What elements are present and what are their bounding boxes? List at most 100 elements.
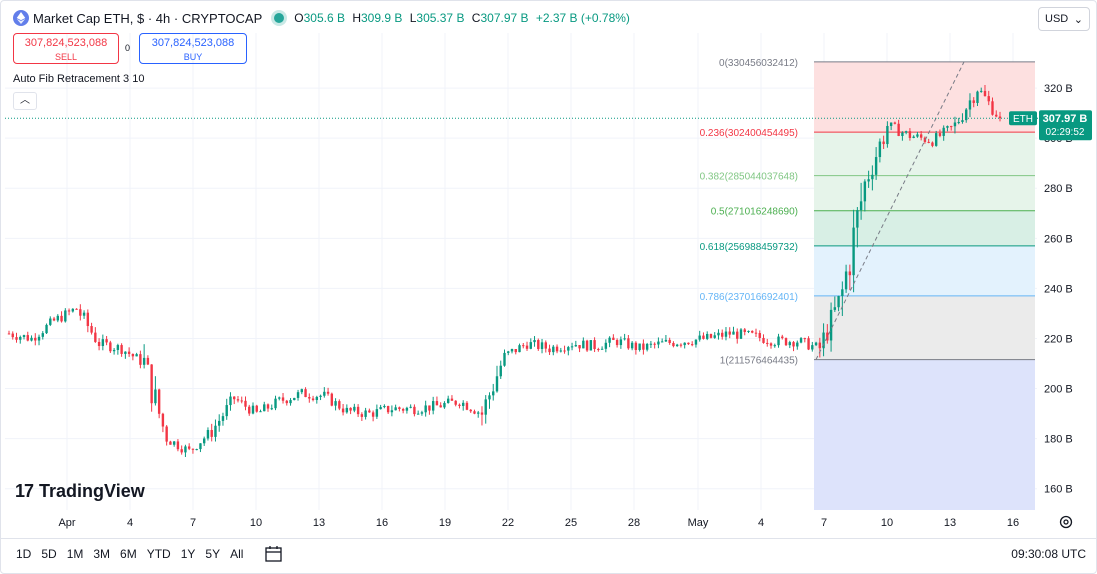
candle-body <box>717 332 720 336</box>
tradingview-mark-icon: 17 <box>15 481 34 501</box>
candle-body <box>608 337 611 343</box>
tradingview-logo[interactable]: 17 TradingView <box>15 481 145 502</box>
candle-body <box>946 126 949 128</box>
candle-body <box>803 338 807 340</box>
candle-body <box>244 400 247 407</box>
candle-body <box>582 340 585 349</box>
y-axis-tick-label: 280 B <box>1044 183 1073 195</box>
candle-body <box>597 349 600 351</box>
x-axis-tick-label: 16 <box>376 517 388 529</box>
candle-body <box>638 343 641 351</box>
utc-clock[interactable]: 09:30:08 UTC <box>1011 547 1086 561</box>
candle-body <box>319 395 322 397</box>
candle-body <box>465 402 469 410</box>
candle-body <box>912 136 915 138</box>
candle-body <box>514 349 517 353</box>
gear-icon[interactable] <box>1058 514 1074 530</box>
candle-body <box>285 400 288 404</box>
candle-body <box>728 331 731 335</box>
x-axis-tick-label: 10 <box>881 517 893 529</box>
candle-body <box>841 289 844 297</box>
candle-body <box>184 446 187 453</box>
candle-body <box>368 410 371 413</box>
candle-body <box>871 174 874 180</box>
price-tag-countdown: 02:29:52 <box>1046 127 1085 138</box>
candle-body <box>882 141 885 145</box>
range-1m[interactable]: 1M <box>62 547 89 561</box>
candle-body <box>416 413 420 415</box>
candle-body <box>724 331 728 337</box>
candle-body <box>360 414 364 417</box>
candle-body <box>206 429 210 439</box>
candle-body <box>180 449 183 453</box>
candle-body <box>574 345 578 347</box>
range-1d[interactable]: 1D <box>11 547 36 561</box>
candle-body <box>972 100 975 103</box>
y-axis-tick-label: 220 B <box>1044 333 1073 345</box>
candle-body <box>642 343 645 350</box>
candle-body <box>323 391 326 396</box>
candle-body <box>957 122 960 124</box>
sell-button[interactable]: 307,824,523,088 SELL <box>13 33 119 64</box>
candle-body <box>326 391 330 394</box>
x-axis-tick-label: 13 <box>944 517 956 529</box>
candle-body <box>492 391 495 396</box>
candle-body <box>334 401 337 406</box>
candle-body <box>469 409 472 412</box>
collapse-legend-button[interactable]: ︿ <box>13 92 37 110</box>
candle-body <box>698 335 701 340</box>
candle-body <box>109 342 112 352</box>
candle-body <box>446 398 450 403</box>
candle-body <box>807 338 810 350</box>
range-5y[interactable]: 5Y <box>200 547 225 561</box>
candle-body <box>311 398 315 401</box>
range-3m[interactable]: 3M <box>88 547 115 561</box>
candle-body <box>94 332 97 342</box>
fib-level-label: 0.786(237016692401) <box>700 292 798 303</box>
candle-body <box>976 91 979 103</box>
candle-body <box>259 411 262 413</box>
y-axis: 320 B300 B280 B260 B240 B220 B200 B180 B… <box>1044 83 1073 496</box>
candle-body <box>630 342 634 349</box>
candle-body <box>191 448 195 450</box>
symbol-title[interactable]: Market Cap ETH, $ · 4h · CRYPTOCAP <box>33 11 262 26</box>
study-legend[interactable]: Auto Fib Retracement 3 10 <box>13 73 144 85</box>
y-axis-tick-label: 240 B <box>1044 283 1073 295</box>
candle-body <box>510 349 514 352</box>
currency-select[interactable]: USD ⌄ <box>1038 7 1090 31</box>
candle-body <box>161 413 165 427</box>
candle-body <box>743 329 746 332</box>
candle-body <box>49 318 52 325</box>
candle-body <box>578 345 581 349</box>
fib-level-label: 1(211576464435) <box>720 356 798 367</box>
candle-body <box>304 389 307 398</box>
candle-body <box>706 333 709 339</box>
candle-body <box>120 345 123 354</box>
candle-body <box>135 354 138 357</box>
candle-body <box>146 357 150 365</box>
candle-body <box>435 401 439 406</box>
candle-body <box>127 351 131 354</box>
fib-level-label: 0.382(285044037648) <box>700 172 798 183</box>
calendar-icon[interactable] <box>264 545 284 563</box>
candle-body <box>529 342 532 349</box>
range-all[interactable]: All <box>225 547 248 561</box>
fib-level-label: 0.618(256988459732) <box>700 242 798 253</box>
x-axis-tick-label: 25 <box>565 517 577 529</box>
candle-body <box>420 412 424 414</box>
buy-button[interactable]: 307,824,523,088 BUY <box>139 33 247 64</box>
candle-body <box>657 341 660 345</box>
candle-body <box>19 336 22 340</box>
candle-body <box>71 308 75 312</box>
candle-body <box>330 393 334 406</box>
price-chart[interactable]: 0(330456032412) 0.236(302400454495) 0.382(… <box>1 1 1097 574</box>
range-6m[interactable]: 6M <box>115 547 142 561</box>
candle-body <box>315 396 319 401</box>
candle-body <box>233 396 236 400</box>
range-1y[interactable]: 1Y <box>176 547 201 561</box>
range-ytd[interactable]: YTD <box>142 547 176 561</box>
candle-body <box>623 338 626 340</box>
range-5d[interactable]: 5D <box>36 547 61 561</box>
symbol-header[interactable]: Market Cap ETH, $ · 4h · CRYPTOCAP O305.… <box>13 10 634 26</box>
x-axis-tick-label: 13 <box>313 517 325 529</box>
